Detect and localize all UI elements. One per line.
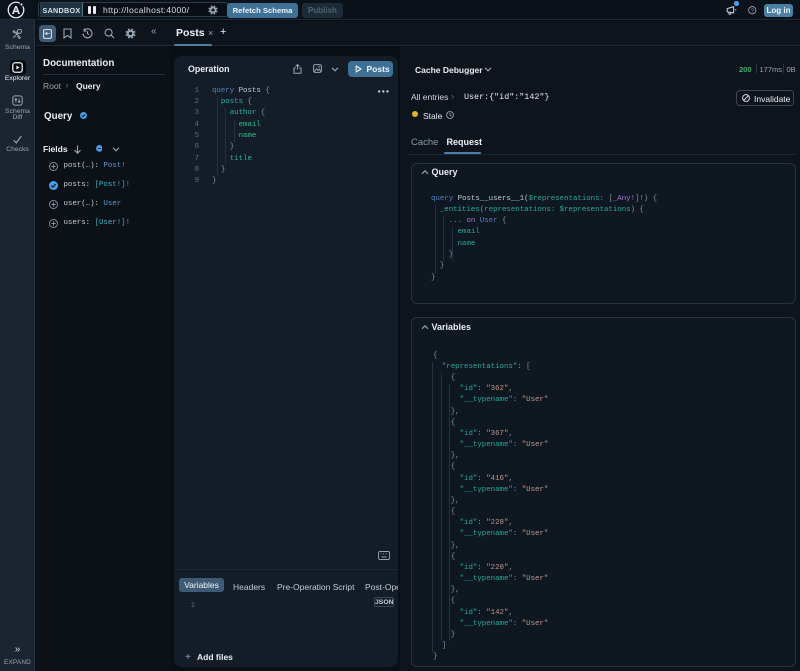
svg-text:?: ? bbox=[751, 8, 754, 14]
